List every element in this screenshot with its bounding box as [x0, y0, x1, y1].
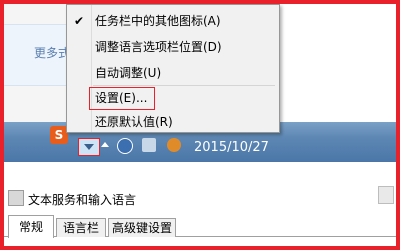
- dialog-app-icon: [8, 190, 24, 206]
- tab-general[interactable]: 常规: [8, 215, 54, 238]
- screenshot-frame: 更多式 S 2015/10/27 ✔ 任务栏中的其他图标(A) 调整语言选项栏位…: [0, 0, 400, 250]
- background-left-panel: [4, 4, 71, 122]
- menu-item-adjust-position[interactable]: 调整语言选项栏位置(D): [95, 37, 222, 57]
- dialog-title: 文本服务和输入语言: [28, 193, 137, 207]
- menu-item-restore-defaults[interactable]: 还原默认值(R): [95, 112, 173, 132]
- check-icon: ✔: [74, 14, 85, 28]
- tab-language-bar[interactable]: 语言栏: [56, 218, 106, 237]
- menu-item-auto-adjust[interactable]: 自动调整(U): [95, 63, 161, 83]
- language-bar-options-button[interactable]: [78, 138, 100, 156]
- tray-flag-icon[interactable]: [142, 138, 156, 152]
- tab-advanced-key-settings[interactable]: 高级键设置: [108, 218, 176, 237]
- language-bar-context-menu: ✔ 任务栏中的其他图标(A) 调整语言选项栏位置(D) 自动调整(U) 设置(E…: [66, 4, 280, 133]
- tray-network-icon[interactable]: [117, 138, 133, 154]
- show-hidden-icons-arrow-icon[interactable]: [101, 142, 109, 147]
- menu-item-other-taskbar-icons[interactable]: 任务栏中的其他图标(A): [95, 11, 221, 31]
- more-link[interactable]: 更多式: [34, 44, 68, 61]
- taskbar-date[interactable]: 2015/10/27: [194, 140, 269, 155]
- menu-separator: [93, 85, 275, 86]
- tray-volume-icon[interactable]: [167, 138, 181, 152]
- text-services-dialog: 文本服务和输入语言 常规 语言栏 高级键设置: [4, 162, 396, 246]
- menu-item-settings[interactable]: 设置(E)...: [95, 88, 147, 108]
- dialog-tabs: 常规 语言栏 高级键设置: [4, 212, 396, 246]
- menu-gutter: [91, 5, 92, 132]
- close-button[interactable]: [378, 186, 394, 204]
